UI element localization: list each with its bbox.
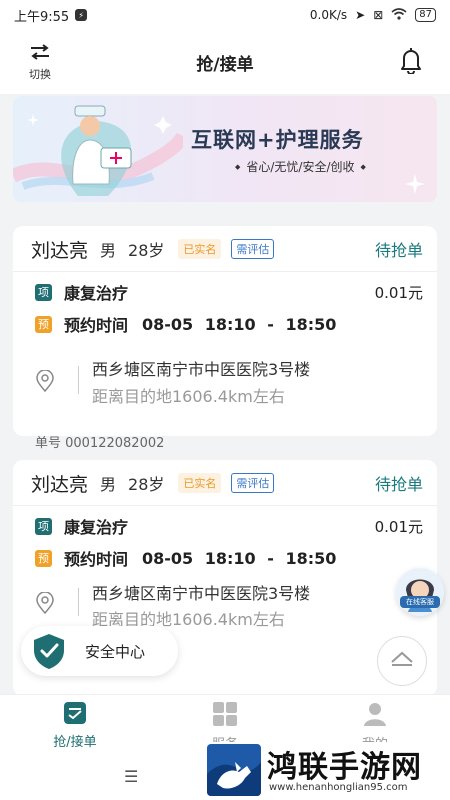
order-status[interactable]: 待抢单	[375, 471, 423, 495]
safety-center-button[interactable]: 安全中心	[21, 626, 178, 676]
patient-age: 28岁	[128, 241, 165, 260]
nurse-illustration	[13, 105, 183, 196]
tab-label: 抢/接单	[53, 735, 97, 750]
battery-indicator: 87	[415, 8, 436, 22]
patient-gender: 男	[100, 475, 117, 494]
service-name: 康复治疗	[64, 284, 129, 303]
appointment-row: 预 预约时间 08-05 18:10 - 18:50	[35, 546, 423, 570]
order-card-header: 刘达亮 男 28岁 已实名 需评估 待抢单	[31, 234, 423, 264]
banner-subtitle: 省心/无忧/安全/创收	[229, 158, 372, 175]
security-status-icon: ⚡	[75, 9, 88, 21]
distance-text: 距离目的地1606.4km左右	[92, 387, 285, 406]
appointment-label: 预约时间	[64, 316, 129, 335]
divider	[13, 505, 437, 506]
chevron-up-icon	[389, 650, 415, 672]
patient-name: 刘达亮	[31, 473, 89, 496]
watermark-logo	[207, 744, 261, 796]
sparkle-icon	[27, 114, 39, 126]
order-tab-icon	[63, 702, 87, 729]
shield-icon	[25, 627, 73, 675]
sim-icon: ⊠	[373, 8, 384, 22]
wifi-icon	[391, 7, 407, 23]
location-pin-icon	[36, 592, 54, 614]
verified-tag: 已实名	[178, 473, 222, 493]
divider	[13, 271, 437, 272]
service-price: 0.01元	[374, 517, 423, 536]
appointment-time: 08-05 18:10 - 18:50	[142, 314, 337, 334]
sparkle-icon	[405, 174, 425, 194]
order-card-header: 刘达亮 男 28岁 已实名 需评估 待抢单	[31, 468, 423, 498]
watermark: 鸿联手游网 www.henanhonglian95.com	[203, 742, 450, 800]
watermark-url: www.henanhonglian95.com	[269, 782, 408, 793]
service-badge: 项	[35, 283, 52, 301]
order-number: 单号 000122082002	[35, 436, 165, 451]
banner-title: 互联网+护理服务	[191, 128, 364, 152]
grid-icon	[212, 702, 238, 731]
safety-center-label: 安全中心	[85, 642, 146, 661]
online-service-button[interactable]: 在线客服	[396, 568, 444, 616]
patient-gender: 男	[100, 241, 117, 260]
appointment-badge: 预	[35, 549, 52, 567]
tab-grab-orders[interactable]: 抢/接单	[30, 701, 120, 750]
order-status[interactable]: 待抢单	[375, 237, 423, 261]
service-address: 西乡塘区南宁市中医医院3号楼	[92, 360, 311, 379]
location-separator	[78, 366, 79, 394]
verified-tag: 已实名	[178, 239, 222, 259]
assessment-tag: 需评估	[231, 239, 275, 259]
page-title: 抢/接单	[196, 55, 254, 75]
appointment-row: 预 预约时间 08-05 18:10 - 18:50	[35, 312, 423, 336]
location-separator	[78, 588, 79, 616]
patient-name: 刘达亮	[31, 239, 89, 262]
online-service-label: 在线客服	[400, 596, 440, 608]
service-price: 0.01元	[374, 283, 423, 302]
status-time: 上午9:55	[14, 9, 70, 25]
network-speed: 0.0K/s	[309, 8, 348, 22]
top-bar: 切换 抢/接单	[0, 30, 450, 94]
assessment-tag: 需评估	[231, 473, 275, 493]
service-name: 康复治疗	[64, 518, 129, 537]
appointment-badge: 预	[35, 315, 52, 333]
appointment-label: 预约时间	[64, 550, 129, 569]
order-card[interactable]: 刘达亮 男 28岁 已实名 需评估 待抢单 项 康复治疗 0.01元 预 预约时…	[13, 226, 437, 451]
service-row: 项 康复治疗 0.01元	[35, 280, 423, 304]
location-pin-icon	[36, 370, 54, 392]
user-icon	[363, 703, 387, 731]
notification-bell-icon[interactable]	[400, 46, 422, 78]
status-bar: 上午9:55 ⚡ 0.0K/s ➤ ⊠ 87	[0, 0, 450, 30]
promo-banner[interactable]: 互联网+护理服务 省心/无忧/安全/创收	[13, 96, 437, 202]
appointment-time: 08-05 18:10 - 18:50	[142, 548, 337, 568]
watermark-text: 鸿联手游网	[267, 750, 422, 785]
menu-icon[interactable]: ☰	[124, 767, 138, 786]
service-address: 西乡塘区南宁市中医医院3号楼	[92, 584, 311, 603]
location-icon: ➤	[355, 8, 366, 22]
service-row: 项 康复治疗 0.01元	[35, 514, 423, 538]
back-to-top-button[interactable]	[377, 636, 427, 686]
service-badge: 项	[35, 517, 52, 535]
agent-avatar-icon	[396, 568, 444, 616]
patient-age: 28岁	[128, 475, 165, 494]
